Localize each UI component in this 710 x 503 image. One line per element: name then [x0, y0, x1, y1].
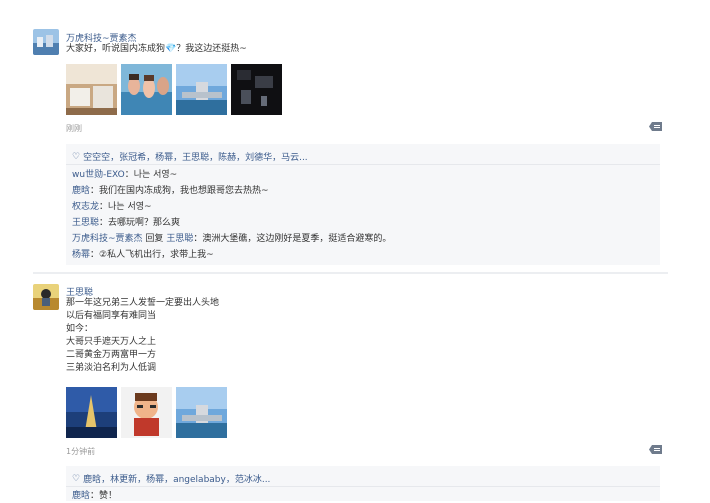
likes-row: ♡ 空空空，张冠希，杨幂，王思聪，陈赫，刘德华，马云...	[72, 150, 308, 164]
feed-post: 王思聪 那一年这兄弟三人发誓一定要出人头地 以后有福同享有难同当 如今： 大哥只…	[0, 276, 670, 501]
comment-item: 鹿晗：赞！	[72, 491, 118, 501]
comment-text: 나는 서영~	[108, 202, 152, 212]
photo-thumbnail[interactable]	[231, 64, 282, 115]
comment-icon[interactable]	[649, 122, 662, 131]
likes-list[interactable]: 空空空，张冠希，杨幂，王思聪，陈赫，刘德华，马云...	[83, 150, 308, 163]
comment-item: 万虎科技~贾素杰 回复 王思聪：澳洲大堡礁，这边刚好是夏季，挺适合避寒的。	[72, 234, 392, 244]
photo-grid	[66, 64, 282, 115]
heart-icon: ♡	[72, 151, 81, 162]
timestamp: 刚刚	[66, 124, 82, 133]
comment-user[interactable]: 权志龙	[72, 202, 99, 212]
reply-target[interactable]: 王思聪	[166, 234, 193, 244]
comment-user[interactable]: 万虎科技~贾素杰	[72, 234, 143, 244]
timestamp: 1分钟前	[66, 447, 96, 456]
comment-box: ♡ 空空空，张冠希，杨幂，王思聪，陈赫，刘德华，马云... wu世勋-EXO：나…	[66, 144, 660, 265]
comment-icon[interactable]	[649, 445, 662, 454]
comment-text: 我们在国内冻成狗，我也想跟哥您去热热~	[99, 186, 269, 196]
photo-thumbnail[interactable]	[176, 387, 227, 438]
avatar[interactable]	[33, 284, 59, 310]
comment-item: 权志龙：나는 서영~	[72, 202, 152, 212]
comment-text: 澳洲大堡礁，这边刚好是夏季，挺适合避寒的。	[202, 234, 392, 244]
comment-user[interactable]: wu世勋-EXO	[72, 170, 125, 180]
photo-thumbnail[interactable]	[121, 64, 172, 115]
post-line: 大哥只手遮天万人之上	[66, 337, 157, 347]
post-divider	[33, 272, 668, 274]
feed-post: 万虎科技~贾素杰 大家好，听说国内冻成狗💎？我这边还挺热~ 刚刚 ♡ 空空空，张…	[0, 0, 670, 270]
post-text: 大家好，听说国内冻成狗💎？我这边还挺热~	[66, 44, 247, 54]
post-line: 那一年这兄弟三人发誓一定要出人头地	[66, 298, 220, 308]
comment-item: 杨幂：②私人飞机出行，求带上我~	[72, 250, 214, 260]
photo-grid	[66, 387, 227, 438]
likes-list[interactable]: 鹿晗，林更新，杨幂，angelababy，范冰冰...	[83, 472, 270, 485]
comment-item: 鹿晗：我们在国内冻成狗，我也想跟哥您去热热~	[72, 186, 269, 196]
comment-user[interactable]: 杨幂	[72, 250, 90, 260]
comment-text: ②私人飞机出行，求带上我~	[99, 250, 214, 260]
post-line: 以后有福同享有难同当	[66, 311, 157, 321]
comment-user[interactable]: 王思聪	[72, 218, 99, 228]
comment-user[interactable]: 鹿晗	[72, 491, 90, 501]
comment-text: 去哪玩啊？那么爽	[108, 218, 181, 228]
post-line: 三弟淡泊名利为人低调	[66, 363, 157, 373]
divider	[66, 486, 660, 487]
photo-thumbnail[interactable]	[66, 64, 117, 115]
post-line: 如今：	[66, 324, 94, 334]
post-line: 二哥黄金万两富甲一方	[66, 350, 157, 360]
comment-user[interactable]: 鹿晗	[72, 186, 90, 196]
comment-text: 赞！	[99, 491, 118, 501]
divider	[66, 164, 660, 165]
photo-thumbnail[interactable]	[121, 387, 172, 438]
comment-item: wu世勋-EXO：나는 서영~	[72, 170, 178, 180]
photo-thumbnail[interactable]	[176, 64, 227, 115]
comment-text: 나는 서영~	[133, 170, 178, 180]
heart-icon: ♡	[72, 473, 81, 484]
comment-box: ♡ 鹿晗，林更新，杨幂，angelababy，范冰冰... 鹿晗：赞！	[66, 466, 660, 501]
likes-row: ♡ 鹿晗，林更新，杨幂，angelababy，范冰冰...	[72, 472, 270, 486]
comment-item: 王思聪：去哪玩啊？那么爽	[72, 218, 181, 228]
avatar[interactable]	[33, 29, 59, 55]
photo-thumbnail[interactable]	[66, 387, 117, 438]
